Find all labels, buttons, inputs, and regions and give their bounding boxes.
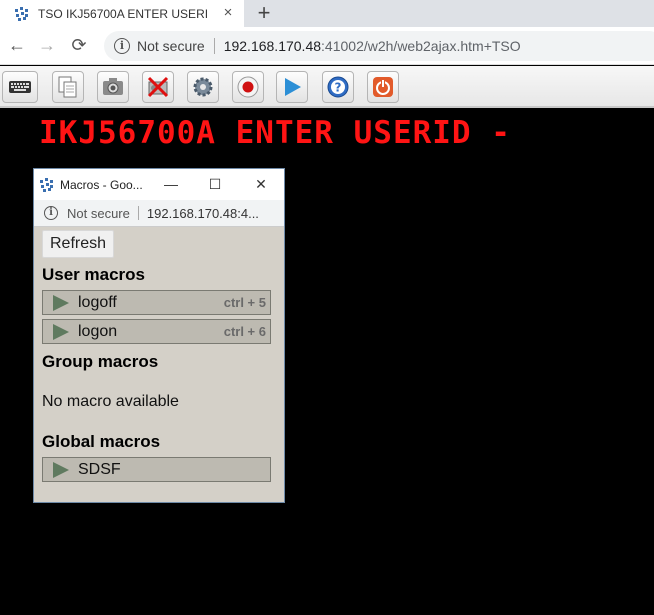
help-icon: ? [327, 76, 349, 98]
maximize-icon[interactable]: ☐ [206, 175, 224, 193]
macro-shortcut: ctrl + 5 [223, 295, 266, 310]
refresh-button[interactable]: Refresh [42, 230, 115, 258]
power-button[interactable] [367, 71, 399, 103]
reload-icon[interactable]: ⟳ [69, 35, 89, 55]
screenshot-icon [103, 78, 123, 95]
play-icon [285, 78, 301, 96]
url-input[interactable]: i Not secure 192.168.170.48:41002/w2h/we… [104, 31, 654, 61]
popup-title: Macros - Goo... [60, 177, 143, 192]
play-icon [53, 461, 69, 478]
macro-shortcut: ctrl + 6 [223, 324, 266, 339]
group-macros-heading: Group macros [42, 352, 159, 371]
macro-name: SDSF [78, 460, 121, 478]
popup-title-bar[interactable]: Macros - Goo... — ☐ ✕ [34, 169, 284, 200]
user-macros-heading: User macros [42, 265, 146, 284]
security-label: Not secure [67, 205, 130, 221]
omnibox-divider [137, 206, 139, 220]
play-button[interactable] [276, 71, 308, 103]
record-icon [237, 76, 259, 98]
new-tab-icon[interactable]: + [253, 0, 275, 27]
macro-name: logoff [78, 293, 117, 311]
copy-button[interactable] [52, 71, 84, 103]
popup-address-bar[interactable]: i Not secure 192.168.170.48:4... [34, 200, 284, 227]
record-button[interactable] [232, 71, 264, 103]
url-text: 192.168.170.48:4... [146, 205, 259, 221]
macro-button-logon[interactable]: logon ctrl + 6 [42, 319, 271, 344]
power-icon [373, 77, 393, 97]
keyboard-button[interactable] [2, 71, 38, 103]
tab-close-icon[interactable]: × [219, 4, 237, 21]
browser-tab[interactable]: TSO IKJ56700A ENTER USERID - × [0, 0, 244, 27]
url-path: :41002/w2h/web2ajax.htm+TSO [321, 38, 521, 54]
disconnect-icon [147, 76, 169, 98]
play-icon [53, 323, 69, 340]
forward-arrow-icon[interactable]: → [37, 35, 57, 55]
keyboard-icon [9, 81, 31, 93]
copy-icon [58, 76, 77, 98]
no-macro-message: No macro available [42, 393, 179, 410]
back-arrow-icon[interactable]: ← [7, 35, 27, 55]
svg-text:?: ? [335, 81, 342, 95]
info-icon[interactable]: i [44, 206, 58, 220]
play-icon [53, 294, 69, 311]
url-text: 192.168.170.48:41002/w2h/web2ajax.htm+TS… [224, 38, 521, 54]
macro-button-logoff[interactable]: logoff ctrl + 5 [42, 290, 271, 315]
app-favicon-icon [15, 6, 28, 21]
disconnect-button[interactable] [142, 71, 174, 103]
macro-name: logon [78, 322, 118, 340]
settings-button[interactable] [187, 71, 219, 103]
help-button[interactable]: ? [322, 71, 354, 103]
terminal-line: IKJ56700A ENTER USERID - [39, 115, 511, 151]
browser-address-bar: ← → ⟳ i Not secure 192.168.170.48:41002/… [0, 27, 654, 65]
global-macros-heading: Global macros [42, 432, 161, 451]
omnibox-divider [213, 38, 215, 54]
tab-title: TSO IKJ56700A ENTER USERID - [38, 6, 208, 21]
screenshot-button[interactable] [97, 71, 129, 103]
macro-button-sdsf[interactable]: SDSF [42, 457, 271, 482]
browser-tab-strip: TSO IKJ56700A ENTER USERID - × + [0, 0, 654, 27]
url-host: 192.168.170.48 [223, 38, 322, 54]
security-label: Not secure [137, 38, 205, 54]
close-icon[interactable]: ✕ [252, 175, 270, 193]
settings-icon [193, 77, 213, 97]
info-icon[interactable]: i [114, 38, 130, 54]
emulator-toolbar: ? [0, 66, 654, 108]
minimize-icon[interactable]: — [162, 175, 180, 193]
macros-popup-window: Macros - Goo... — ☐ ✕ i Not secure 192.1… [33, 168, 285, 503]
app-favicon-icon [40, 177, 53, 192]
